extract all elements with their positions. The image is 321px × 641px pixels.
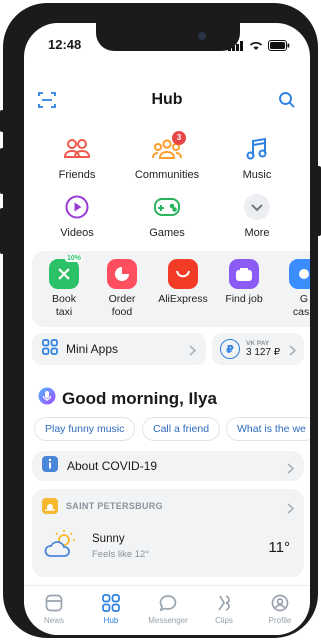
mini-apps-grid-icon [42, 338, 58, 360]
grid-item-communities[interactable]: 3 Communities [122, 131, 212, 181]
hub-grid-icon [83, 594, 139, 614]
info-icon [42, 455, 58, 477]
chevron-down-icon [212, 194, 302, 220]
ruble-icon: ₽ [220, 339, 240, 359]
greeting: Good morning, Ilya [38, 387, 217, 410]
tab-news[interactable]: News [26, 594, 82, 625]
tab-messenger[interactable]: Messenger [140, 594, 196, 625]
vk-pay-amount: 3 127 ₽ [246, 347, 281, 358]
tab-hub[interactable]: Hub [83, 594, 139, 625]
app-label: Book taxi [52, 293, 76, 318]
music-icon [212, 136, 302, 162]
grid-item-videos[interactable]: Videos [32, 194, 122, 239]
search-icon[interactable] [278, 91, 296, 114]
app-label: AliExpress [158, 293, 208, 305]
chevron-right-icon [189, 343, 197, 361]
tab-label: News [43, 616, 64, 625]
chevron-right-icon [289, 343, 297, 361]
mini-apps-label: Mini Apps [66, 342, 119, 356]
app-label: Find job [225, 293, 263, 305]
tab-profile[interactable]: Profile [252, 594, 308, 625]
wifi-icon [249, 38, 263, 56]
covid-card[interactable]: About COVID-19 [32, 451, 304, 481]
friends-icon [32, 136, 122, 162]
taxi-discount-tag: 10% [64, 255, 83, 262]
app-cash[interactable]: G cash [276, 259, 310, 319]
suggestion-chip[interactable]: Play funny music [34, 417, 136, 441]
app-label: G cash [292, 293, 310, 318]
chevron-right-icon [287, 461, 295, 479]
video-play-icon [32, 194, 122, 220]
assistant-icon[interactable] [38, 387, 56, 410]
app-label: Order food [108, 293, 136, 318]
suggestion-chip[interactable]: Call a friend [142, 417, 221, 441]
vk-pay-button[interactable]: ₽ VK PAY 3 127 ₽ [212, 333, 304, 365]
app-order-food[interactable]: Order food [94, 259, 150, 319]
tab-label: Hub [103, 616, 119, 625]
weather-sun-icon [42, 498, 58, 519]
app-aliexpress[interactable]: AliExpress [152, 259, 214, 306]
vk-pay-title: VK PAY [246, 340, 270, 347]
notification-badge: 3 [172, 131, 186, 145]
app-find-job[interactable]: Find job [216, 259, 272, 306]
volume-up-button [0, 148, 4, 194]
grid-item-label: Communities [134, 169, 200, 181]
profile-icon [252, 594, 308, 614]
notch [96, 23, 240, 51]
volume-button [0, 110, 4, 132]
weather-card[interactable]: SAINT PETERSBURG Sunny Feels like 12° 11… [32, 489, 304, 577]
news-icon [26, 594, 82, 614]
greeting-text: Good morning, Ilya [62, 388, 217, 408]
message-bubble-icon [140, 594, 196, 614]
suggestion-chip[interactable]: What is the we [226, 417, 310, 441]
briefcase-icon [229, 259, 259, 289]
clips-icon [196, 594, 252, 614]
screen: 12:48 Hub Friends 3 Communities Music Vi… [24, 23, 310, 635]
vk-pay-info: VK PAY 3 127 ₽ [246, 340, 280, 358]
phone-frame: 12:48 Hub Friends 3 Communities Music Vi… [3, 3, 318, 638]
grid-item-friends[interactable]: Friends [32, 136, 122, 181]
grid-item-more[interactable]: More [212, 194, 302, 239]
tab-clips[interactable]: Clips [196, 594, 252, 625]
weather-feels-like: Feels like 12° [92, 549, 150, 560]
power-button [317, 166, 321, 236]
app-book-taxi[interactable]: 10% Book taxi [36, 255, 92, 319]
volume-down-button [0, 208, 4, 254]
grid-item-label: More [244, 227, 270, 239]
covid-label: About COVID-19 [67, 459, 158, 473]
chevron-right-icon [287, 501, 295, 519]
page-title: Hub [151, 91, 183, 108]
weather-temperature: 11° [268, 539, 290, 556]
status-time: 12:48 [48, 37, 82, 52]
aliexpress-icon [168, 259, 198, 289]
communities-icon: 3 [122, 131, 212, 162]
tab-label: Messenger [148, 616, 188, 625]
grid-item-label: Music [242, 169, 272, 181]
mini-apps-button[interactable]: Mini Apps [32, 333, 206, 365]
grid-item-label: Friends [58, 169, 96, 181]
food-icon [107, 259, 137, 289]
taxi-icon: 10% [49, 255, 83, 289]
tab-label: Clips [215, 616, 233, 625]
header: Hub [24, 85, 310, 115]
tab-bar: News Hub Messenger Clips Profile [24, 585, 310, 635]
tab-label: Profile [268, 616, 292, 625]
partly-sunny-icon [42, 529, 82, 564]
camera [198, 32, 206, 40]
cash-icon [289, 259, 310, 289]
weather-condition: Sunny [92, 533, 125, 545]
weather-city: SAINT PETERSBURG [66, 501, 163, 511]
apps-panel: 10% Book taxi Order food AliExpress Find… [32, 251, 310, 327]
grid-item-games[interactable]: Games [122, 194, 212, 239]
battery-icon [268, 38, 290, 56]
grid-item-music[interactable]: Music [212, 136, 302, 181]
gamepad-icon [122, 194, 212, 220]
grid-item-label: Games [149, 227, 185, 239]
grid-item-label: Videos [60, 227, 94, 239]
